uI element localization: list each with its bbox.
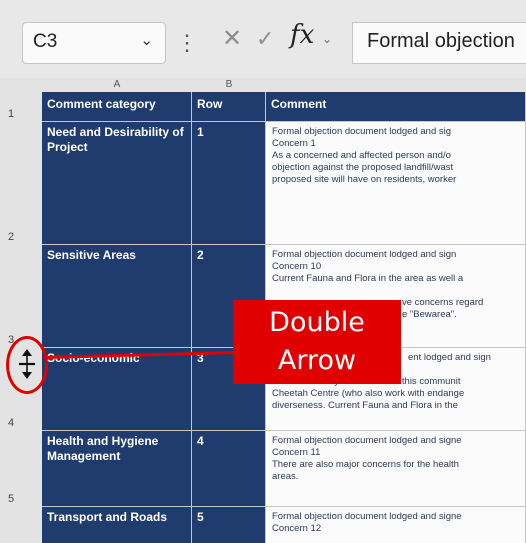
- row-number: 4: [8, 417, 15, 429]
- comment-cell[interactable]: Formal objection document lodged and sig…: [266, 431, 526, 507]
- row-number-cell[interactable]: 5: [192, 507, 266, 543]
- annotation-callout: Double Arrow: [233, 300, 401, 384]
- column-header-c[interactable]: [266, 78, 526, 92]
- comment-cell[interactable]: Formal objection document lodged and sig…: [266, 507, 526, 543]
- header-cell-row[interactable]: Row: [192, 92, 266, 122]
- comment-line: Concern 1: [272, 138, 316, 149]
- category-cell[interactable]: Sensitive Areas: [42, 245, 192, 348]
- header-cell-comment[interactable]: Comment: [266, 92, 526, 122]
- category-cell[interactable]: Need and Desirability of Project: [42, 122, 192, 245]
- header-cell-category[interactable]: Comment category: [42, 92, 192, 122]
- more-options-icon: ⋮: [176, 30, 198, 55]
- formula-bar: C3 ⌄ ⋮ ✕ ✓ fx ⌄ Formal objection: [0, 0, 526, 79]
- row-number-cell[interactable]: 1: [192, 122, 266, 245]
- category-cell[interactable]: Health and Hygiene Management: [42, 431, 192, 507]
- row-header[interactable]: 2: [0, 122, 43, 246]
- category-cell[interactable]: Socio-economic: [42, 348, 192, 431]
- chevron-down-icon[interactable]: ⌄: [140, 31, 153, 49]
- comment-line: [272, 285, 519, 297]
- annotation-line-2: Arrow: [277, 345, 357, 376]
- category-cell[interactable]: Transport and Roads: [42, 507, 192, 543]
- comment-line: Cheetah Centre (who also work with endan…: [272, 388, 465, 399]
- row-header[interactable]: 3: [0, 245, 43, 349]
- comment-line: areas.: [272, 471, 299, 482]
- row-header[interactable]: 1: [0, 92, 43, 123]
- comment-line: proposed site will have on residents, wo…: [272, 174, 457, 185]
- insert-function-icon[interactable]: fx: [290, 20, 314, 50]
- comment-line: Concern 11: [272, 447, 321, 458]
- comment-cell[interactable]: Formal objection document lodged and sig…: [266, 122, 526, 245]
- formula-input[interactable]: Formal objection: [352, 22, 526, 64]
- name-box[interactable]: C3 ⌄: [22, 22, 166, 64]
- formula-text: Formal objection: [367, 30, 515, 52]
- comment-line: Formal objection document lodged and sig…: [272, 511, 462, 522]
- comment-line: There are also major concerns for the he…: [272, 459, 459, 470]
- comment-line: Current Fauna and Flora in the area as w…: [272, 273, 464, 284]
- comment-line: diverseness. Current Fauna and Flora in …: [272, 400, 458, 411]
- select-all-corner[interactable]: [0, 78, 43, 92]
- name-box-value: C3: [33, 31, 58, 52]
- row-number: 1: [8, 108, 15, 120]
- row-number-cell[interactable]: 4: [192, 431, 266, 507]
- comment-line: Concern 10: [272, 261, 322, 272]
- function-chevron-icon[interactable]: ⌄: [322, 32, 332, 46]
- annotation-line-1: Double: [269, 307, 365, 338]
- enter-icon[interactable]: ✓: [256, 26, 274, 52]
- cancel-icon[interactable]: ✕: [222, 24, 242, 53]
- row-number: 2: [8, 231, 15, 243]
- row-header[interactable]: 5: [0, 431, 43, 508]
- column-header-b[interactable]: B: [192, 78, 267, 92]
- comment-line: As a concerned and affected person and/o: [272, 150, 451, 161]
- comment-line: Formal objection document lodged and sig…: [272, 249, 457, 260]
- comment-line: Formal objection document lodged and sig: [272, 126, 452, 137]
- row-header[interactable]: [0, 507, 43, 543]
- row-number: 5: [8, 493, 15, 505]
- column-header-a[interactable]: A: [42, 78, 193, 92]
- comment-line: Formal objection document lodged and sig…: [272, 435, 462, 446]
- row-resize-cursor-icon: [19, 349, 35, 379]
- comment-line: objection against the proposed landfill/…: [272, 162, 454, 173]
- comment-line: Concern 12: [272, 523, 322, 534]
